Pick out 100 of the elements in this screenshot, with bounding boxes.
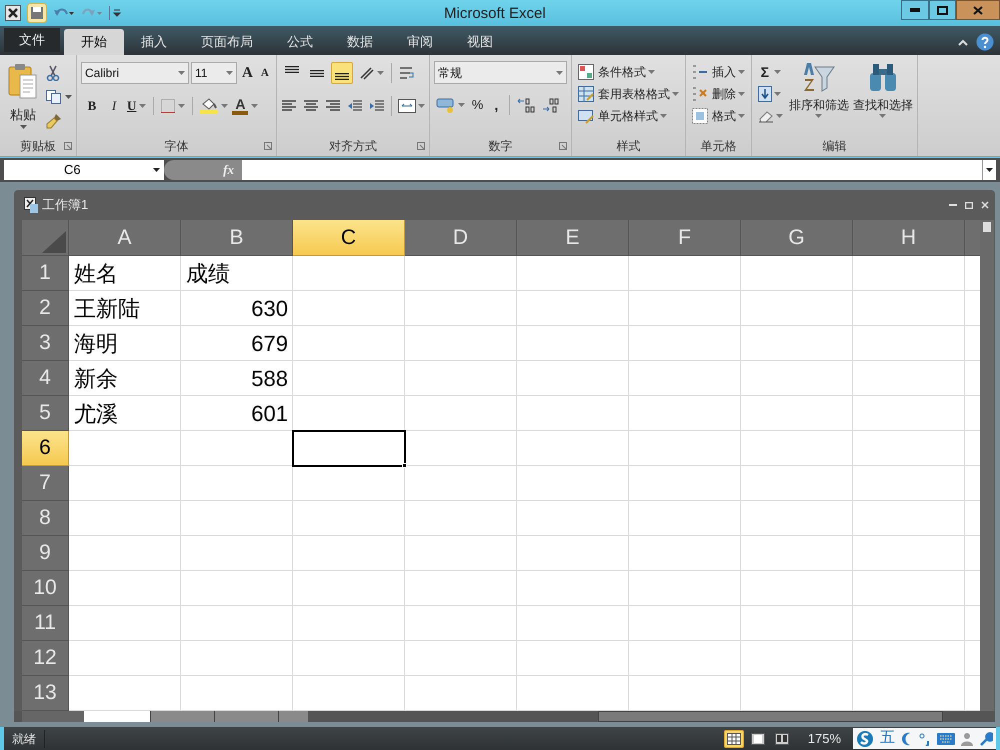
minimize-icon[interactable] — [949, 204, 957, 206]
table-cell[interactable] — [69, 606, 181, 641]
bold-button[interactable]: B — [83, 96, 101, 116]
table-cell[interactable] — [853, 431, 965, 466]
font-size-dropdown[interactable]: 11 — [191, 62, 237, 84]
table-cell[interactable] — [741, 361, 853, 396]
table-cell[interactable] — [517, 501, 629, 536]
table-cell[interactable] — [741, 326, 853, 361]
underline-button[interactable]: U — [127, 96, 146, 116]
app-icon[interactable] — [5, 5, 21, 21]
table-cell[interactable] — [741, 606, 853, 641]
ribbon-tab[interactable]: 数据 — [330, 29, 390, 55]
italic-button[interactable]: I — [105, 96, 123, 116]
merge-button[interactable] — [398, 99, 425, 113]
column-header[interactable]: H — [853, 220, 965, 256]
vertical-align-button[interactable] — [330, 62, 353, 84]
ribbon-tab[interactable]: 开始 — [64, 29, 124, 55]
ime-mode[interactable]: 五 — [880, 727, 895, 750]
sort-filter-button[interactable]: 排序和筛选 — [788, 61, 849, 127]
shrink-font-button[interactable]: A — [258, 68, 272, 78]
new-sheet-tab[interactable] — [278, 711, 308, 722]
wrench-icon[interactable] — [979, 732, 993, 746]
row-header[interactable]: 7 — [22, 466, 69, 501]
table-cell[interactable] — [69, 501, 181, 536]
table-cell[interactable] — [293, 571, 405, 606]
currency-button[interactable] — [436, 97, 465, 113]
vertical-scrollbar[interactable] — [980, 220, 994, 711]
table-cell[interactable] — [181, 641, 293, 676]
table-cell[interactable] — [741, 641, 853, 676]
table-cell[interactable] — [517, 326, 629, 361]
number-format-dropdown[interactable]: 常规 — [434, 61, 567, 84]
active-cell[interactable] — [293, 431, 405, 466]
help-icon[interactable] — [976, 33, 994, 51]
sheet-tab[interactable] — [84, 711, 150, 722]
table-cell[interactable] — [69, 641, 181, 676]
restore-icon[interactable] — [965, 202, 973, 208]
row-header[interactable]: 4 — [22, 361, 69, 396]
row-header[interactable]: 9 — [22, 536, 69, 571]
punctuation-icon[interactable] — [919, 732, 931, 746]
table-cell[interactable] — [293, 536, 405, 571]
table-cell[interactable] — [629, 256, 741, 291]
table-cell[interactable] — [741, 431, 853, 466]
table-cell[interactable] — [517, 466, 629, 501]
table-cell[interactable]: 王新陆 — [69, 291, 181, 326]
table-cell[interactable] — [181, 571, 293, 606]
table-cell[interactable] — [629, 501, 741, 536]
table-cell[interactable] — [741, 501, 853, 536]
table-cell[interactable] — [405, 466, 517, 501]
name-box[interactable]: C6 — [4, 160, 164, 180]
column-header[interactable]: D — [405, 220, 517, 256]
font-name-dropdown[interactable]: Calibri — [81, 62, 189, 84]
table-cell[interactable]: 海明 — [69, 326, 181, 361]
find-select-button[interactable]: 查找和选择 — [852, 61, 913, 127]
row-header[interactable]: 2 — [22, 291, 69, 326]
table-cell[interactable] — [517, 536, 629, 571]
table-cell[interactable] — [293, 361, 405, 396]
table-cell[interactable] — [629, 326, 741, 361]
ribbon-tab[interactable]: 文件 — [4, 28, 60, 52]
ribbon-tab[interactable]: 页面布局 — [184, 29, 270, 55]
table-cell[interactable] — [853, 641, 965, 676]
ribbon-tab[interactable]: 视图 — [450, 29, 510, 55]
row-header[interactable]: 12 — [22, 641, 69, 676]
column-header[interactable]: C — [293, 220, 405, 256]
minimize-button[interactable] — [901, 0, 929, 20]
keyboard-icon[interactable] — [937, 732, 955, 744]
font-color-button[interactable]: A — [232, 97, 258, 115]
table-cell[interactable] — [517, 571, 629, 606]
table-cell[interactable] — [741, 571, 853, 606]
view-button[interactable] — [724, 730, 744, 748]
table-cell[interactable] — [293, 326, 405, 361]
table-cell[interactable] — [629, 431, 741, 466]
launcher-icon[interactable] — [416, 142, 425, 150]
table-cell[interactable] — [293, 641, 405, 676]
border-button[interactable] — [161, 99, 186, 113]
table-cell[interactable] — [405, 606, 517, 641]
row-header[interactable]: 3 — [22, 326, 69, 361]
row-header[interactable]: 1 — [22, 256, 69, 291]
comma-button[interactable]: , — [490, 94, 502, 116]
table-cell[interactable] — [629, 606, 741, 641]
table-cell[interactable] — [69, 466, 181, 501]
table-cell[interactable] — [629, 536, 741, 571]
table-cell[interactable] — [629, 571, 741, 606]
sheet-tab[interactable] — [150, 711, 214, 722]
percent-button[interactable]: % — [472, 95, 484, 115]
table-cell[interactable] — [405, 501, 517, 536]
table-cell[interactable]: 630 — [181, 291, 293, 326]
table-cell[interactable]: 601 — [181, 396, 293, 431]
style-menu-button[interactable]: 单元格样式 — [576, 105, 681, 127]
table-cell[interactable] — [517, 641, 629, 676]
launcher-icon[interactable] — [558, 142, 567, 150]
column-header[interactable]: A — [69, 220, 181, 256]
ribbon-tab[interactable]: 插入 — [124, 29, 184, 55]
table-cell[interactable] — [181, 536, 293, 571]
maximize-button[interactable] — [929, 0, 956, 20]
table-cell[interactable]: 尤溪 — [69, 396, 181, 431]
style-menu-button[interactable]: 条件格式 — [576, 61, 681, 83]
autosum-button[interactable]: Σ — [756, 61, 785, 83]
row-header[interactable]: 8 — [22, 501, 69, 536]
horizontal-scrollbar[interactable] — [598, 711, 943, 722]
sheet-nav-buttons[interactable] — [22, 711, 84, 722]
